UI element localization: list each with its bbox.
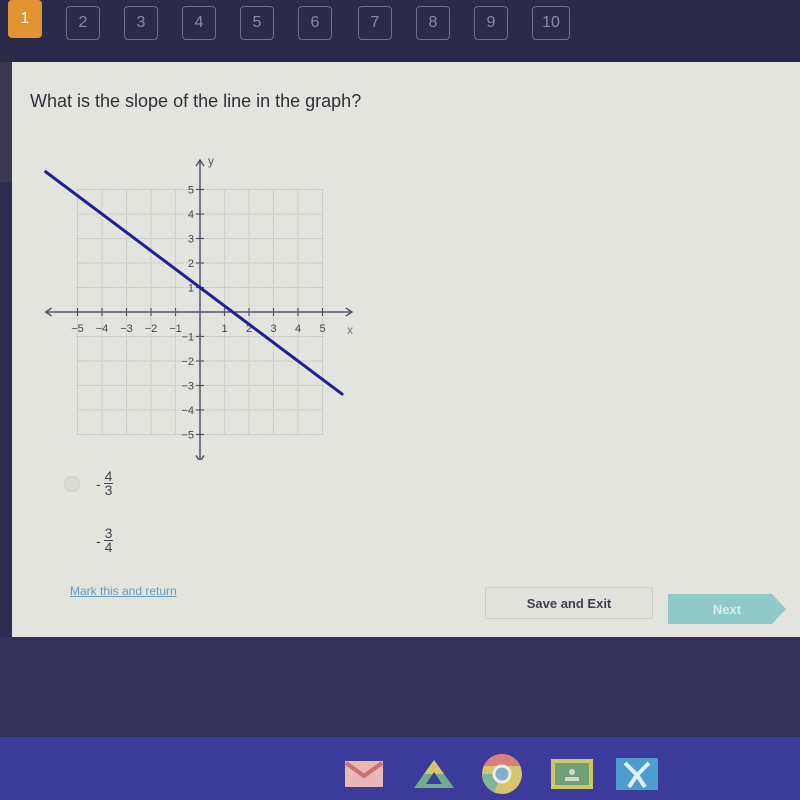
save-and-exit-button[interactable]: Save and Exit — [485, 587, 653, 619]
y-tick-label: −4 — [181, 405, 194, 417]
classroom-icon[interactable] — [550, 758, 594, 790]
question-4-button[interactable]: 4 — [182, 6, 216, 40]
taskbar-shelf — [0, 737, 800, 800]
answer-option-1[interactable]: - 4 3 — [64, 469, 114, 498]
question-6-button[interactable]: 6 — [298, 6, 332, 40]
y-tick-label: −5 — [181, 430, 194, 442]
fraction: - 4 3 — [96, 469, 114, 498]
question-5-button[interactable]: 5 — [240, 6, 274, 40]
question-8-button[interactable]: 8 — [416, 6, 450, 40]
x-axis-label: x — [347, 323, 353, 337]
y-tick-label: 4 — [188, 209, 194, 221]
denominator: 3 — [104, 482, 113, 498]
question-3-button[interactable]: 3 — [124, 6, 158, 40]
background — [0, 637, 800, 737]
denominator: 4 — [104, 539, 113, 555]
radio-button[interactable] — [64, 475, 80, 492]
fraction: - 3 4 — [96, 526, 114, 555]
question-nav-bar: 1 2 3 4 5 6 7 8 9 10 — [0, 0, 800, 62]
x-tick-label: −5 — [71, 323, 84, 335]
y-tick-label: 5 — [188, 185, 194, 197]
answer-option-2[interactable]: - 3 4 — [64, 526, 114, 555]
x-tick-label: 3 — [270, 323, 276, 335]
question-9-button[interactable]: 9 — [474, 6, 508, 40]
x-tick-label: 1 — [221, 323, 227, 335]
x-tick-label: 5 — [319, 323, 325, 335]
question-1-button[interactable]: 1 — [8, 0, 42, 38]
x-tick-label: −2 — [145, 323, 158, 335]
y-tick-label: −3 — [181, 381, 194, 393]
question-7-button[interactable]: 7 — [358, 6, 392, 40]
coordinate-graph: xy −5 −4 −3 −2 −1 1 2 3 4 554321−1−2−3−4−5 — [44, 154, 354, 460]
mark-and-return-link[interactable]: Mark this and return — [70, 584, 177, 598]
ticks: −5 −4 −3 −2 −1 1 2 3 4 554321−1−2−3−4−5 — [71, 185, 325, 442]
sign: - — [96, 532, 101, 549]
sign: - — [96, 475, 101, 492]
side-edge — [0, 62, 12, 182]
x-tick-label: −4 — [96, 323, 109, 335]
y-tick-label: 1 — [188, 283, 194, 295]
y-tick-label: −1 — [181, 332, 194, 344]
question-text: What is the slope of the line in the gra… — [30, 91, 362, 111]
gmail-icon[interactable] — [342, 758, 386, 790]
drive-icon[interactable] — [412, 758, 456, 790]
y-tick-label: −2 — [181, 356, 194, 368]
app-icon[interactable] — [615, 758, 659, 790]
question-2-button[interactable]: 2 — [66, 6, 100, 40]
x-tick-label: 4 — [295, 323, 301, 335]
y-tick-label: 3 — [188, 234, 194, 246]
chrome-icon[interactable] — [480, 754, 524, 794]
x-tick-label: −1 — [169, 323, 182, 335]
next-button[interactable]: Next — [668, 594, 786, 624]
axes: xy — [44, 154, 354, 460]
y-axis-label: y — [208, 154, 214, 168]
x-tick-label: −3 — [120, 323, 133, 335]
question-10-button[interactable]: 10 — [532, 6, 570, 40]
y-tick-label: 2 — [188, 258, 194, 270]
